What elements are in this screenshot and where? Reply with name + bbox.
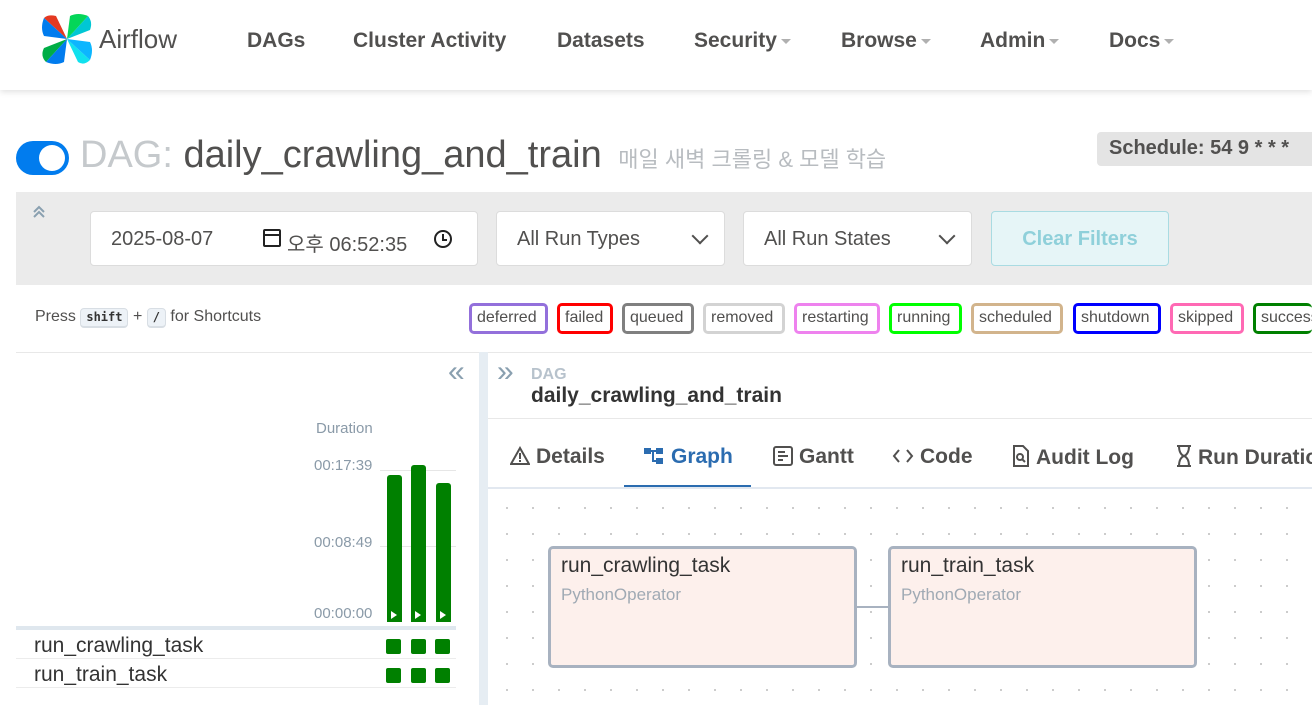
schedule-badge: Schedule: 54 9 * * * [1097,132,1312,166]
tab-graph[interactable]: Graph [643,445,733,469]
run-duration-bar[interactable] [436,483,451,622]
task-instance-success[interactable] [435,639,450,654]
play-icon [415,611,421,619]
breadcrumb-label: DAG [531,366,567,383]
graph-icon [644,448,663,464]
state-removed[interactable]: removed [703,303,785,334]
graph-node[interactable]: run_crawling_task PythonOperator [548,546,857,668]
tab-audit-log[interactable]: Audit Log [1012,445,1134,470]
graph-node[interactable]: run_train_task PythonOperator [888,546,1197,668]
duration-tick-zero: 00:00:00 [314,605,373,622]
nav-browse[interactable]: Browse [841,29,931,53]
clear-filters-button[interactable]: Clear Filters [991,211,1169,266]
task-instance-success[interactable] [386,668,401,683]
tab-gantt[interactable]: Gantt [773,445,854,469]
nav-datasets[interactable]: Datasets [557,29,645,53]
hourglass-icon [1177,445,1191,467]
play-icon [440,611,446,619]
run-types-select[interactable]: All Run Types [496,211,725,266]
state-running[interactable]: running [889,303,962,334]
run-states-select[interactable]: All Run States [743,211,972,266]
state-scheduled[interactable]: scheduled [971,303,1063,334]
graph-edge [855,606,889,608]
airflow-logo-icon[interactable] [38,10,96,68]
nav-admin[interactable]: Admin [980,29,1060,53]
state-shutdown[interactable]: shutdown [1073,303,1161,334]
run-states-value: All Run States [764,228,891,250]
nav-security[interactable]: Security [694,29,791,53]
play-icon [391,611,397,619]
navbar: Airflow DAGs Cluster Activity Datasets S… [0,0,1312,90]
task-instance-success[interactable] [435,668,450,683]
state-failed[interactable]: failed [557,303,613,334]
task-row[interactable]: run_crawling_task [16,630,456,659]
run-duration-bar[interactable] [411,465,426,622]
clock-icon[interactable] [434,230,452,248]
shortcut-suffix: for Shortcuts [170,308,262,325]
brand-name[interactable]: Airflow [99,24,177,55]
page-title: DAG: daily_crawling_and_train 매일 새벽 크롤링 … [80,134,886,177]
chevron-down-icon [691,227,709,245]
run-duration-bar[interactable] [387,475,402,622]
task-name[interactable]: run_train_task [34,663,167,687]
dag-id: daily_crawling_and_train [183,134,602,176]
state-restarting[interactable]: restarting [794,303,880,334]
task-name[interactable]: run_crawling_task [34,634,203,658]
state-queued[interactable]: queued [622,303,694,334]
caret-down-icon [1164,38,1175,44]
file-search-icon [1013,445,1029,467]
node-task-name: run_crawling_task [561,554,731,577]
task-instance-success[interactable] [411,668,426,683]
state-deferred[interactable]: deferred [469,303,548,334]
kbd-slash: / [146,308,166,328]
warning-icon [510,446,530,465]
nav-dags[interactable]: DAGs [247,29,305,53]
task-instance-success[interactable] [411,639,426,654]
caret-down-icon [920,38,931,44]
state-success[interactable]: success [1253,303,1312,334]
tab-details[interactable]: Details [510,445,605,469]
grid-top-divider [16,352,1312,353]
node-task-name: run_train_task [901,554,1035,577]
datetime-filter-input[interactable]: 2025-08-07 오후 06:52:35 [90,211,478,266]
dag-pause-toggle[interactable] [16,141,69,175]
chevron-down-icon [938,227,956,245]
tab-run-duration[interactable]: Run Duration [1176,445,1312,470]
code-icon [892,449,914,463]
tab-code[interactable]: Code [892,445,973,469]
expand-right-icon[interactable]: » [497,355,514,389]
dag-label: DAG: [80,134,173,176]
shortcut-press: Press [35,308,76,325]
gantt-icon [773,446,793,466]
breadcrumb-divider [488,418,1312,419]
shortcut-plus: + [132,308,143,325]
duration-tick-max: 00:17:39 [314,457,373,474]
kbd-shift: shift [80,308,129,328]
caret-down-icon [1049,38,1060,44]
node-operator: PythonOperator [561,585,682,604]
task-instance-success[interactable] [386,639,401,654]
breadcrumb-dag-id[interactable]: daily_crawling_and_train [531,384,782,408]
task-row[interactable]: run_train_task [16,659,456,688]
run-types-value: All Run Types [517,228,641,250]
chevron-double-up-icon[interactable] [32,205,48,221]
caret-down-icon [780,38,791,44]
calendar-icon[interactable] [263,229,281,247]
nav-docs[interactable]: Docs [1109,29,1175,53]
dag-description: 매일 새벽 크롤링 & 모델 학습 [618,147,887,172]
duration-axis-label: Duration [316,420,373,437]
duration-tick-mid: 00:08:49 [314,534,373,551]
shortcut-hint: Press shift + / for Shortcuts [35,308,261,328]
state-skipped[interactable]: skipped [1170,303,1244,334]
node-operator: PythonOperator [901,585,1022,604]
collapse-left-icon[interactable]: « [448,355,465,389]
pane-resize-handle[interactable] [479,352,488,705]
nav-cluster-activity[interactable]: Cluster Activity [353,29,506,53]
toggle-knob [39,145,65,171]
date-value: 2025-08-07 [111,228,214,250]
time-value: 오후 06:52:35 [287,234,408,256]
